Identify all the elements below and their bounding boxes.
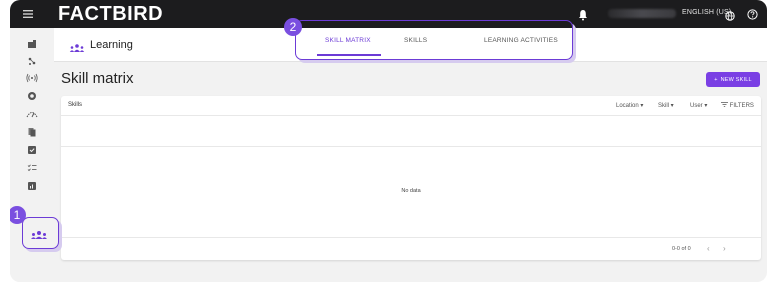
prev-page-icon[interactable]: ‹ [707, 244, 710, 253]
skills-table-card: Skills Location ▾ Skill ▾ User ▾ FILTERS… [61, 96, 761, 260]
lines-icon[interactable] [25, 55, 39, 67]
new-skill-button[interactable]: + NEW SKILL [706, 72, 760, 87]
skill-filter[interactable]: Skill ▾ [658, 102, 674, 109]
location-filter[interactable]: Location ▾ [616, 102, 643, 109]
user-filter-label: User [690, 103, 703, 109]
plus-icon: + [714, 76, 718, 83]
help-icon[interactable] [747, 7, 758, 20]
menu-icon[interactable] [22, 8, 34, 20]
callout-badge-2: 2 [284, 18, 302, 36]
table-label: Skills [68, 102, 83, 108]
table-footer: 0-0 of 0 ‹ › [61, 237, 761, 260]
filters-label: FILTERS [729, 103, 754, 109]
bell-icon[interactable] [578, 8, 588, 21]
user-filter[interactable]: User ▾ [690, 102, 707, 109]
next-page-icon[interactable]: › [723, 244, 726, 253]
tabs-callout-highlight [295, 20, 573, 60]
reports-icon[interactable] [25, 180, 39, 192]
learning-callout-highlight [22, 217, 59, 249]
user-name-redacted[interactable] [608, 9, 676, 18]
pagination-range: 0-0 of 0 [672, 246, 691, 252]
target-icon[interactable] [25, 90, 39, 102]
page-title: Skill matrix [61, 70, 134, 87]
factbird-logo[interactable]: FACTBIRD [58, 3, 163, 26]
globe-icon[interactable] [725, 8, 735, 21]
location-filter-label: Location [616, 103, 639, 109]
new-skill-label: NEW SKILL [720, 76, 752, 83]
tasks-icon[interactable] [25, 162, 39, 174]
table-header [61, 116, 761, 147]
empty-state-text: No data [401, 188, 421, 194]
stops-icon[interactable] [25, 108, 39, 120]
signal-icon[interactable] [25, 72, 39, 84]
learning-header-icon [69, 40, 85, 52]
skill-filter-label: Skill [658, 103, 670, 109]
table-toolbar: Skills Location ▾ Skill ▾ User ▾ FILTERS [61, 96, 761, 116]
filters-button[interactable]: FILTERS [721, 102, 754, 109]
filter-lines-icon [721, 102, 728, 107]
app-window: FACTBIRD ENGLISH (US) Learning SKILL MAT… [10, 0, 767, 282]
dashboard-icon[interactable] [25, 38, 39, 50]
documents-icon[interactable] [25, 126, 39, 138]
checklist-icon[interactable] [25, 144, 39, 156]
section-title: Learning [90, 39, 133, 51]
